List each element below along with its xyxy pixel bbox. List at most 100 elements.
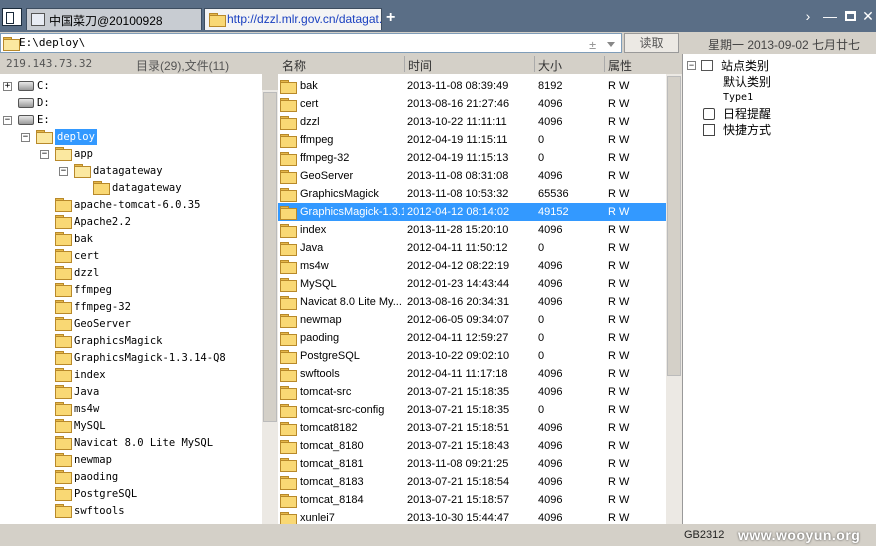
tree-node[interactable]: GeoServer [0,316,260,332]
tree-node[interactable]: swftools [0,503,260,519]
file-time: 2012-04-12 08:14:02 [407,206,510,218]
app-menu-icon[interactable] [2,8,22,26]
file-row[interactable]: tomcat-src 2013-07-21 15:18:35 4096 R W [278,383,666,401]
tree-node[interactable]: D: [0,95,260,111]
tree-node[interactable]: index [0,367,260,383]
add-tab-button[interactable]: + [386,9,395,27]
file-row[interactable]: paoding 2012-04-11 12:59:27 0 R W [278,329,666,347]
scrollbar-thumb[interactable] [263,92,277,422]
file-row[interactable]: cert 2013-08-16 21:27:46 4096 R W [278,95,666,113]
tree-node[interactable]: ms4w [0,401,260,417]
tree-expander-icon[interactable]: − [21,133,30,142]
tree-scrollbar[interactable] [262,74,278,524]
file-row[interactable]: swftools 2012-04-11 11:17:18 4096 R W [278,365,666,383]
tree-node[interactable]: Java [0,384,260,400]
folder-icon [55,283,72,300]
tree-expander-icon[interactable]: + [3,82,12,91]
column-divider[interactable] [534,56,535,72]
tree-node-label: GraphicsMagick-1.3.14-Q8 [74,352,226,364]
file-row[interactable]: ms4w 2012-04-12 08:22:19 4096 R W [278,257,666,275]
file-size: 4096 [538,440,563,452]
file-row[interactable]: Java 2012-04-11 11:50:12 0 R W [278,239,666,257]
tree-node[interactable]: ffmpeg-32 [0,299,260,315]
file-size: 0 [538,350,545,362]
column-time-header[interactable]: 时间 [408,57,432,74]
file-row[interactable]: tomcat_8180 2013-07-21 15:18:43 4096 R W [278,437,666,455]
read-button[interactable]: 读取 [624,33,679,53]
tree-node[interactable]: GraphicsMagick [0,333,260,349]
tree-node[interactable]: − datagateway [0,163,260,179]
file-row[interactable]: newmap 2012-06-05 09:34:07 0 R W [278,311,666,329]
file-row[interactable]: xunlei7 2013-10-30 15:44:47 4096 R W [278,509,666,524]
file-row[interactable]: tomcat_8181 2013-11-08 09:21:25 4096 R W [278,455,666,473]
tree-expander-icon[interactable]: − [40,150,49,159]
file-time: 2013-11-08 10:53:32 [407,188,509,200]
file-row[interactable]: index 2013-11-28 15:20:10 4096 R W [278,221,666,239]
tree-node[interactable]: paoding [0,469,260,485]
path-input[interactable]: E:\deploy\ ± [0,33,622,53]
tree-node[interactable]: − E: [0,112,260,128]
tab-file-manager[interactable]: http://dzzl.mlr.gov.cn/datagat... [204,8,382,30]
file-row[interactable]: tomcat-src-config 2013-07-21 15:18:35 0 R W [278,401,666,419]
tree-node[interactable]: Navicat 8.0 Lite MySQL [0,435,260,451]
scrollbar-thumb[interactable] [667,76,681,376]
file-row[interactable]: Navicat 8.0 Lite My... 2013-08-16 20:34:3… [278,293,666,311]
tree-expander-icon[interactable]: − [3,116,12,125]
minimize-button[interactable]: — [822,8,838,24]
tree-expander-icon[interactable]: − [687,61,696,70]
column-attr-header[interactable]: 属性 [608,57,632,74]
tree-node[interactable]: Apache2.2 [0,214,260,230]
file-row[interactable]: ffmpeg 2012-04-19 11:15:11 0 R W [278,131,666,149]
file-time: 2013-11-08 09:21:25 [407,458,509,470]
schedule-reminder[interactable]: 日程提醒 [703,106,863,122]
site-category-root[interactable]: − 站点类别 [687,58,847,74]
plus-minus-icon[interactable]: ± [589,36,596,54]
tree-expander-icon[interactable]: − [59,167,68,176]
shortcuts[interactable]: 快捷方式 [703,122,863,138]
tree-node[interactable]: PostgreSQL [0,486,260,502]
column-name-header[interactable]: 名称 [282,57,306,74]
column-divider[interactable] [604,56,605,72]
file-row[interactable]: tomcat8182 2013-07-21 15:18:51 4096 R W [278,419,666,437]
file-row[interactable]: MySQL 2012-01-23 14:43:44 4096 R W [278,275,666,293]
file-list-scrollbar[interactable] [666,74,682,524]
file-size: 4096 [538,422,563,434]
chevron-right-icon[interactable]: › [800,8,816,24]
tree-node[interactable]: MySQL [0,418,260,434]
tree-node[interactable]: − deploy [0,129,260,145]
tree-node[interactable]: cert [0,248,260,264]
file-row[interactable]: dzzl 2013-10-22 11:11:11 4096 R W [278,113,666,131]
file-attr: R W [608,350,630,362]
column-divider[interactable] [404,56,405,72]
file-row[interactable]: GeoServer 2013-11-08 08:31:08 4096 R W [278,167,666,185]
file-row[interactable]: ffmpeg-32 2012-04-19 11:15:13 0 R W [278,149,666,167]
close-button[interactable]: ✕ [860,8,876,24]
file-row[interactable]: tomcat_8184 2013-07-21 15:18:57 4096 R W [278,491,666,509]
tree-node[interactable]: GraphicsMagick-1.3.14-Q8 [0,350,260,366]
tree-node[interactable]: datagateway [0,180,260,196]
file-row[interactable]: PostgreSQL 2013-10-22 09:02:10 0 R W [278,347,666,365]
file-row[interactable]: tomcat_8183 2013-07-21 15:18:54 4096 R W [278,473,666,491]
tree-node[interactable]: + C: [0,78,260,94]
maximize-button[interactable] [842,8,858,24]
scroll-up-button[interactable] [262,74,278,90]
tree-node[interactable]: apache-tomcat-6.0.35 [0,197,260,213]
file-name: tomcat_8183 [300,476,364,488]
path-text: E:\deploy\ [19,36,86,49]
column-size-header[interactable]: 大小 [538,57,562,74]
folder-icon [209,13,226,27]
site-category-default[interactable]: 默认类别 [709,74,869,90]
site-category-type1[interactable]: Type1 [709,90,869,106]
file-row[interactable]: GraphicsMagick 2013-11-08 10:53:32 65536 R … [278,185,666,203]
chevron-down-icon[interactable] [607,42,615,47]
file-row[interactable]: GraphicsMagick-1.3.1 2012-04-12 08:14:02 4… [278,203,666,221]
file-attr: R W [608,296,630,308]
book-icon [701,60,713,71]
tree-node[interactable]: bak [0,231,260,247]
tree-node[interactable]: ffmpeg [0,282,260,298]
file-row[interactable]: bak 2013-11-08 08:39:49 8192 R W [278,77,666,95]
tab-caidao[interactable]: 中国菜刀@20100928 [26,8,202,30]
tree-node[interactable]: − app [0,146,260,162]
tree-node[interactable]: dzzl [0,265,260,281]
tree-node[interactable]: newmap [0,452,260,468]
